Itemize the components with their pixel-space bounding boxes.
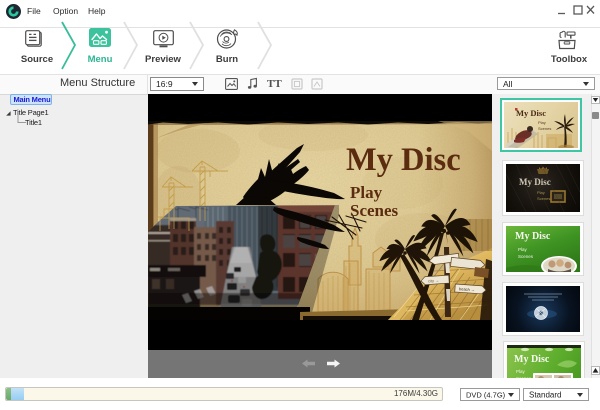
svg-text:Scenes: Scenes <box>350 201 399 220</box>
svg-text:city →: city → <box>428 278 439 284</box>
svg-text:Play: Play <box>350 183 383 202</box>
svg-text:My Disc: My Disc <box>346 142 461 178</box>
